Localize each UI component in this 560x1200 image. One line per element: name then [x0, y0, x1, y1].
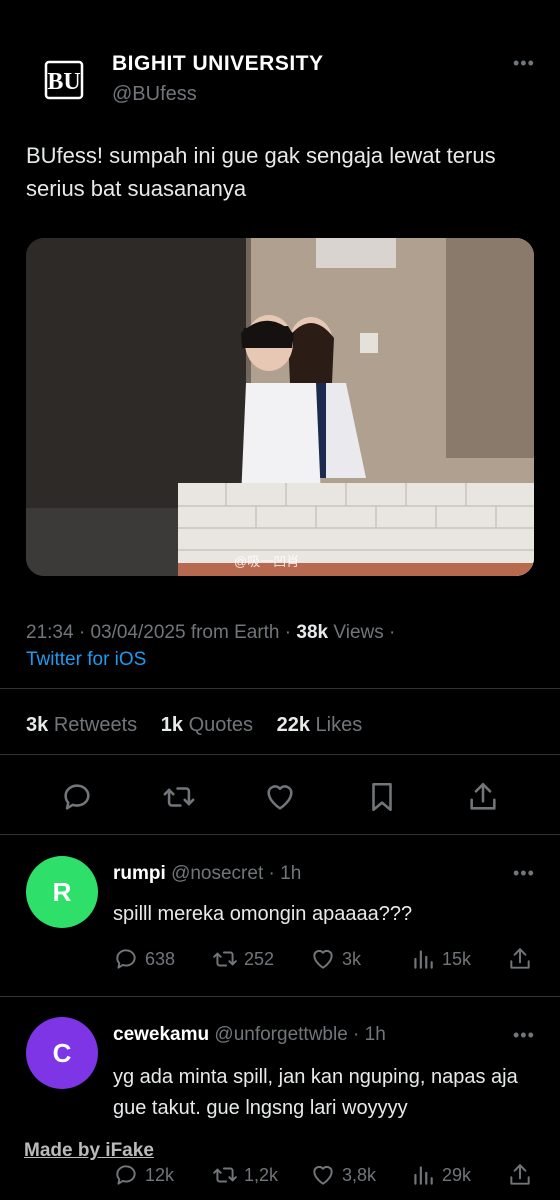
retweet-icon: [213, 1167, 237, 1183]
photo-illustration: [26, 238, 534, 576]
more-icon[interactable]: •••: [513, 864, 535, 882]
reply-author[interactable]: cewekamu @unforgettwble · 1h: [113, 1024, 386, 1046]
more-icon[interactable]: •••: [513, 1026, 535, 1044]
logo-text: BU: [47, 69, 80, 95]
like-icon: [313, 1165, 333, 1185]
tweet-source-link[interactable]: Twitter for iOS: [26, 649, 146, 671]
reply-name: rumpi: [113, 863, 166, 884]
reply-reply-action[interactable]: 638: [113, 946, 175, 972]
tweet-photo[interactable]: @吸一凹肖: [26, 238, 534, 576]
account-handle[interactable]: @BUfess: [112, 83, 197, 106]
views-label: Views: [333, 622, 384, 643]
reply-reply-action[interactable]: 12k: [113, 1162, 174, 1188]
divider: [0, 834, 560, 835]
reply-retweet-action[interactable]: 1,2k: [212, 1162, 278, 1188]
retweets-stat[interactable]: 3k Retweets: [26, 714, 137, 736]
views-icon: [414, 950, 433, 969]
like-icon[interactable]: [263, 780, 297, 814]
bighit-university-logo: BU: [44, 60, 84, 100]
reply-views-action[interactable]: 15k: [410, 946, 471, 972]
divider: [0, 996, 560, 997]
tweet-date: 03/04/2025: [90, 622, 186, 643]
engagement-stats: 3k Retweets 1k Quotes 22k Likes: [26, 714, 380, 737]
reply-name: cewekamu: [113, 1024, 210, 1045]
reply-handle: @unforgettwble: [214, 1024, 348, 1045]
avatar[interactable]: C: [26, 1017, 98, 1089]
made-by-watermark: Made by iFake: [24, 1140, 154, 1161]
share-icon[interactable]: [466, 780, 500, 814]
reply-author[interactable]: rumpi @nosecret · 1h: [113, 863, 301, 885]
retweet-icon[interactable]: [162, 780, 196, 814]
reply-icon[interactable]: [60, 780, 94, 814]
likes-stat[interactable]: 22k Likes: [277, 714, 363, 736]
avatar[interactable]: R: [26, 856, 98, 928]
reply-time: 1h: [280, 863, 302, 884]
tweet-location: from Earth: [190, 622, 280, 643]
bookmark-icon[interactable]: [365, 780, 399, 814]
reply-icon: [116, 949, 136, 969]
tweet-text: BUfess! sumpah ini gue gak sengaja lewat…: [26, 143, 496, 201]
divider: [0, 754, 560, 755]
retweet-icon: [213, 951, 237, 967]
photo-watermark: @吸一凹肖: [234, 554, 300, 569]
reply-like-action[interactable]: 3,8k: [310, 1162, 376, 1188]
reply-text: yg ada minta spill, jan kan nguping, nap…: [113, 1066, 518, 1119]
views-count: 38k: [296, 622, 329, 643]
share-icon[interactable]: [507, 946, 533, 972]
reply-time: 1h: [364, 1024, 386, 1045]
reply-like-action[interactable]: 3k: [310, 946, 361, 972]
reply-retweet-action[interactable]: 252: [212, 946, 274, 972]
like-icon: [313, 949, 333, 969]
reply-handle: @nosecret: [171, 863, 264, 884]
quotes-stat[interactable]: 1k Quotes: [161, 714, 253, 736]
reply-text: spilll mereka omongin apaaaa???: [113, 903, 413, 925]
reply-icon: [116, 1165, 136, 1185]
tweet-time: 21:34: [26, 622, 74, 643]
divider: [0, 688, 560, 689]
tweet-meta: 21:34 · 03/04/2025 from Earth · 38k View…: [26, 622, 396, 643]
more-icon[interactable]: •••: [513, 54, 535, 72]
views-icon: [414, 1166, 433, 1185]
reply-views-action[interactable]: 29k: [410, 1162, 471, 1188]
account-name[interactable]: BIGHIT UNIVERSITY: [112, 52, 324, 76]
share-icon[interactable]: [507, 1162, 533, 1188]
